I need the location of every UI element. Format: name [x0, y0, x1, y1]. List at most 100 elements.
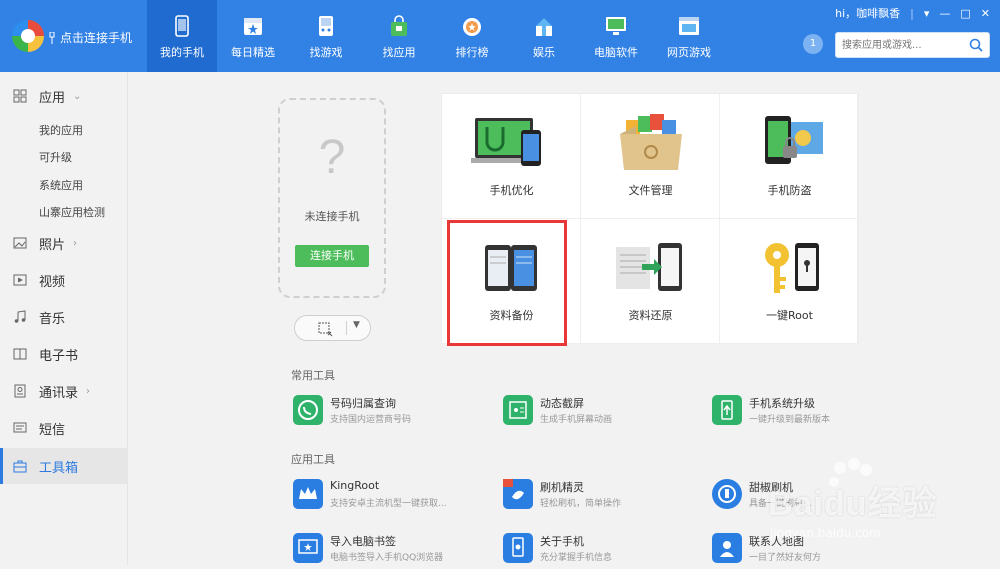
sidebar-subitem-my-apps[interactable]: 我的应用 [39, 122, 83, 138]
user-greeting[interactable]: hi，咖啡飘香 [835, 5, 900, 21]
chevron-right-icon: › [86, 385, 91, 397]
search-box[interactable] [835, 32, 990, 58]
search-input[interactable] [836, 33, 961, 58]
tool-desc: 生成手机屏幕动画 [540, 415, 613, 425]
gift-box-icon [536, 18, 552, 36]
bookmark-import-icon [293, 533, 323, 563]
tile-file-manager[interactable]: 文件管理 [581, 94, 720, 219]
flash-wizard-icon [503, 479, 533, 509]
toolbox-icon [13, 460, 27, 473]
nav-entertainment[interactable]: 娱乐 [509, 0, 579, 72]
divider [346, 321, 347, 335]
shopping-bag-icon [391, 15, 407, 36]
sidebar: 应用 ⌄ 我的应用 可升级 系统应用 山寨应用检测 照片 › 视频 音乐 电子书… [0, 72, 128, 565]
sidebar-subitem-upgradable[interactable]: 可升级 [39, 149, 72, 165]
app-logo-icon [12, 20, 44, 52]
message-icon [13, 422, 27, 433]
tile-data-restore[interactable]: 资料还原 [581, 219, 720, 344]
tool-number-lookup[interactable]: 号码归属查询 支持国内运营商号码 [293, 395, 493, 431]
nav-web-games[interactable]: 网页游戏 [654, 0, 724, 72]
sidebar-item-sms[interactable]: 短信 [0, 410, 128, 446]
tool-desc: 具备一键刷机... [749, 499, 812, 509]
nav-pc-software[interactable]: 电脑软件 [581, 0, 651, 72]
top-bar: 点击连接手机 我的手机 每日精选 找游戏 找应用 排行榜 娱乐 电脑软件 网页游… [0, 0, 1000, 72]
sidebar-item-photos[interactable]: 照片 › [0, 225, 128, 261]
minimize-icon[interactable]: — [939, 7, 950, 20]
tool-desc: 轻松刷机，简单操作 [540, 499, 622, 509]
tool-contacts-map[interactable]: 联系人地图 一目了然好友何方 [712, 533, 912, 569]
tool-desc: 充分掌握手机信息 [540, 553, 613, 563]
medal-icon [463, 18, 481, 36]
sidebar-subitem-system-apps[interactable]: 系统应用 [39, 177, 83, 193]
nav-find-apps[interactable]: 找应用 [364, 0, 434, 72]
web-game-icon [679, 17, 699, 35]
sidebar-subitem-fake-app-check[interactable]: 山寨应用检测 [39, 204, 105, 220]
tool-sweet-pepper-flash[interactable]: 甜椒刷机 具备一键刷机... [712, 479, 912, 515]
tool-about-phone[interactable]: 关于手机 充分掌握手机信息 [503, 533, 703, 569]
nav-rankings[interactable]: 排行榜 [437, 0, 507, 72]
maximize-icon[interactable]: □ [960, 7, 970, 20]
screenshot-button[interactable]: ▼ [294, 315, 371, 341]
sidebar-item-apps[interactable]: 应用 ⌄ [0, 78, 128, 114]
nav-find-games[interactable]: 找游戏 [291, 0, 361, 72]
tile-one-click-root[interactable]: 一键Root [720, 219, 859, 344]
tile-label: 文件管理 [628, 184, 673, 197]
usb-icon [49, 31, 55, 44]
tool-name: 手机系统升级 [749, 397, 815, 410]
message-badge[interactable]: 1 [803, 34, 823, 54]
nav-label: 我的手机 [160, 46, 204, 59]
pepper-icon [712, 479, 742, 509]
search-icon[interactable] [969, 38, 983, 52]
root-key-icon [765, 243, 819, 293]
phone-optimize-icon [471, 118, 541, 166]
tile-anti-theft[interactable]: 手机防盗 [720, 94, 859, 219]
menu-icon[interactable]: ▾ [924, 7, 930, 20]
tool-name: 导入电脑书签 [330, 535, 396, 548]
phone-icon [175, 15, 189, 37]
chevron-down-icon: ⌄ [73, 90, 82, 102]
crown-icon [293, 479, 323, 509]
tool-name: 甜椒刷机 [749, 481, 793, 494]
tool-kingroot[interactable]: KingRoot 支持安卓主流机型一键获取... [293, 479, 493, 515]
tool-desc: 一键升级到最新版本 [749, 415, 831, 425]
nav-label: 每日精选 [231, 46, 275, 59]
tool-import-bookmarks[interactable]: 导入电脑书签 电脑书签导入手机QQ浏览器 [293, 533, 493, 569]
nav-label: 排行榜 [455, 46, 489, 59]
nav-my-phone[interactable]: 我的手机 [147, 0, 217, 72]
tool-name: KingRoot [330, 479, 380, 492]
tool-dynamic-screenshot[interactable]: 动态截屏 生成手机屏幕动画 [503, 395, 703, 431]
highlight-box [447, 220, 567, 346]
common-tools-title: 常用工具 [291, 369, 335, 382]
sidebar-item-label: 音乐 [39, 311, 66, 327]
sidebar-item-toolbox[interactable]: 工具箱 [0, 448, 128, 484]
nav-daily-picks[interactable]: 每日精选 [218, 0, 288, 72]
sidebar-item-contacts[interactable]: 通讯录 › [0, 373, 128, 409]
contact-map-icon [712, 533, 742, 563]
tool-name: 刷机精灵 [540, 481, 584, 494]
tile-label: 手机优化 [489, 184, 534, 197]
close-icon[interactable]: ✕ [981, 7, 990, 20]
sidebar-item-label: 电子书 [39, 348, 79, 364]
anti-theft-icon [765, 116, 823, 164]
sidebar-item-video[interactable]: 视频 [0, 262, 128, 298]
photo-icon [13, 237, 27, 249]
gamepad-icon [319, 16, 333, 36]
nav-label: 找应用 [382, 46, 416, 59]
window-controls: hi，咖啡飘香 | ▾ — □ ✕ [835, 5, 990, 21]
tool-flash-wizard[interactable]: 刷机精灵 轻松刷机，简单操作 [503, 479, 703, 515]
tool-system-upgrade[interactable]: 手机系统升级 一键升级到最新版本 [712, 395, 912, 431]
nav-label: 娱乐 [533, 46, 555, 59]
chevron-right-icon: › [73, 237, 78, 249]
sidebar-item-music[interactable]: 音乐 [0, 299, 128, 335]
chevron-down-icon[interactable]: ▼ [353, 320, 360, 330]
sidebar-item-ebook[interactable]: 电子书 [0, 336, 128, 372]
connect-phone-link[interactable]: 点击连接手机 [48, 29, 132, 46]
tile-phone-optimize[interactable]: 手机优化 [442, 94, 581, 219]
separator-icon: | [910, 6, 914, 20]
tool-desc: 支持安卓主流机型一键获取... [330, 499, 447, 509]
tool-name: 联系人地图 [749, 535, 804, 548]
tile-label: 一键Root [766, 309, 813, 322]
tile-label: 资料还原 [628, 309, 673, 322]
connect-phone-button[interactable]: 连接手机 [295, 245, 369, 267]
file-manager-icon [620, 114, 682, 170]
